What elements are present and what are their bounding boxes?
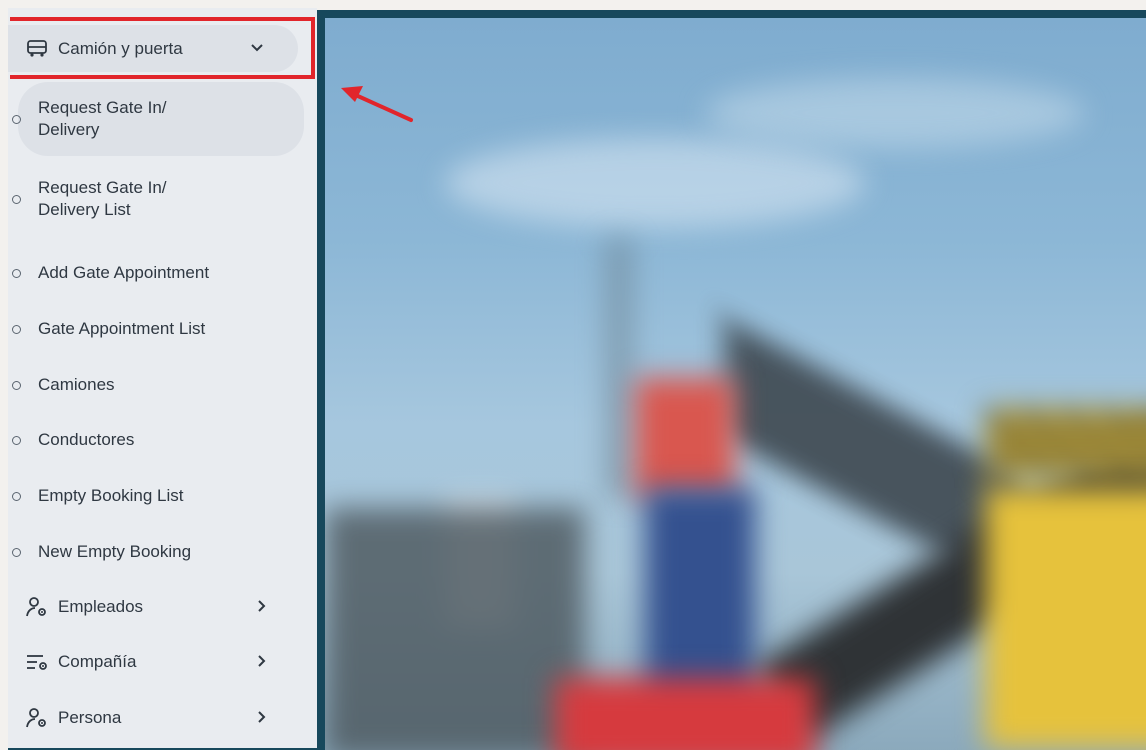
item-label: Request Gate In/: [38, 178, 167, 197]
sidebar-item-empty-booking-list[interactable]: Empty Booking List: [8, 483, 317, 509]
user-gear-icon: [24, 594, 50, 620]
circle-bullet-icon: [12, 194, 21, 204]
chevron-right-icon: [257, 708, 267, 729]
section-label: Compañía: [58, 652, 137, 671]
sidebar-section-empleados[interactable]: Empleados: [24, 594, 317, 620]
sidebar-item-camiones[interactable]: Camiones: [8, 372, 317, 398]
bg-hazard-stripes: [985, 408, 1146, 478]
item-label: Request Gate In/: [38, 98, 167, 117]
item-label: New Empty Booking: [38, 542, 192, 561]
highlight-box: [10, 17, 315, 79]
section-label: Persona: [58, 708, 122, 727]
bg-mast: [605, 238, 633, 498]
bg-ship: [325, 508, 585, 750]
red-arrow-icon: [341, 86, 413, 122]
bg-crane-cabin: [635, 378, 735, 498]
sidebar-section-compania[interactable]: Compañía: [24, 649, 317, 675]
chevron-right-icon: [257, 597, 267, 618]
user-gear-icon: [24, 705, 50, 731]
sidebar-item-request-gate-in-delivery[interactable]: Request Gate In/ Delivery: [8, 91, 317, 147]
circle-bullet-icon: [12, 435, 21, 445]
chevron-right-icon: [257, 652, 267, 673]
bg-cloud: [445, 138, 865, 228]
circle-bullet-icon: [12, 268, 21, 278]
sidebar: Camión y puerta Request Gate In/ Deliver…: [8, 8, 317, 748]
bg-red-vehicle: [555, 678, 815, 750]
circle-bullet-icon: [12, 491, 21, 501]
item-label: Delivery List: [38, 200, 131, 219]
bg-cloud: [705, 78, 1085, 148]
item-label: Camiones: [38, 375, 115, 394]
sidebar-item-add-gate-appointment[interactable]: Add Gate Appointment: [8, 260, 317, 286]
item-label: Empty Booking List: [38, 486, 184, 505]
bg-yellow-machine: [985, 488, 1146, 748]
item-label: Add Gate Appointment: [38, 263, 210, 282]
sidebar-item-gate-appointment-list[interactable]: Gate Appointment List: [8, 316, 317, 342]
circle-bullet-icon: [12, 324, 21, 334]
circle-bullet-icon: [12, 114, 21, 124]
circle-bullet-icon: [12, 380, 21, 390]
circle-bullet-icon: [12, 547, 21, 557]
sidebar-item-conductores[interactable]: Conductores: [8, 427, 317, 453]
list-gear-icon: [24, 649, 50, 675]
sidebar-section-persona[interactable]: Persona: [24, 705, 317, 731]
section-label: Empleados: [58, 597, 144, 616]
item-label: Gate Appointment List: [38, 319, 206, 338]
item-label: Delivery: [38, 120, 100, 139]
item-label: Conductores: [38, 430, 135, 449]
background-photo: [325, 18, 1146, 750]
sidebar-item-new-empty-booking[interactable]: New Empty Booking: [8, 539, 317, 565]
sidebar-item-request-gate-in-delivery-list[interactable]: Request Gate In/ Delivery List: [8, 171, 317, 227]
